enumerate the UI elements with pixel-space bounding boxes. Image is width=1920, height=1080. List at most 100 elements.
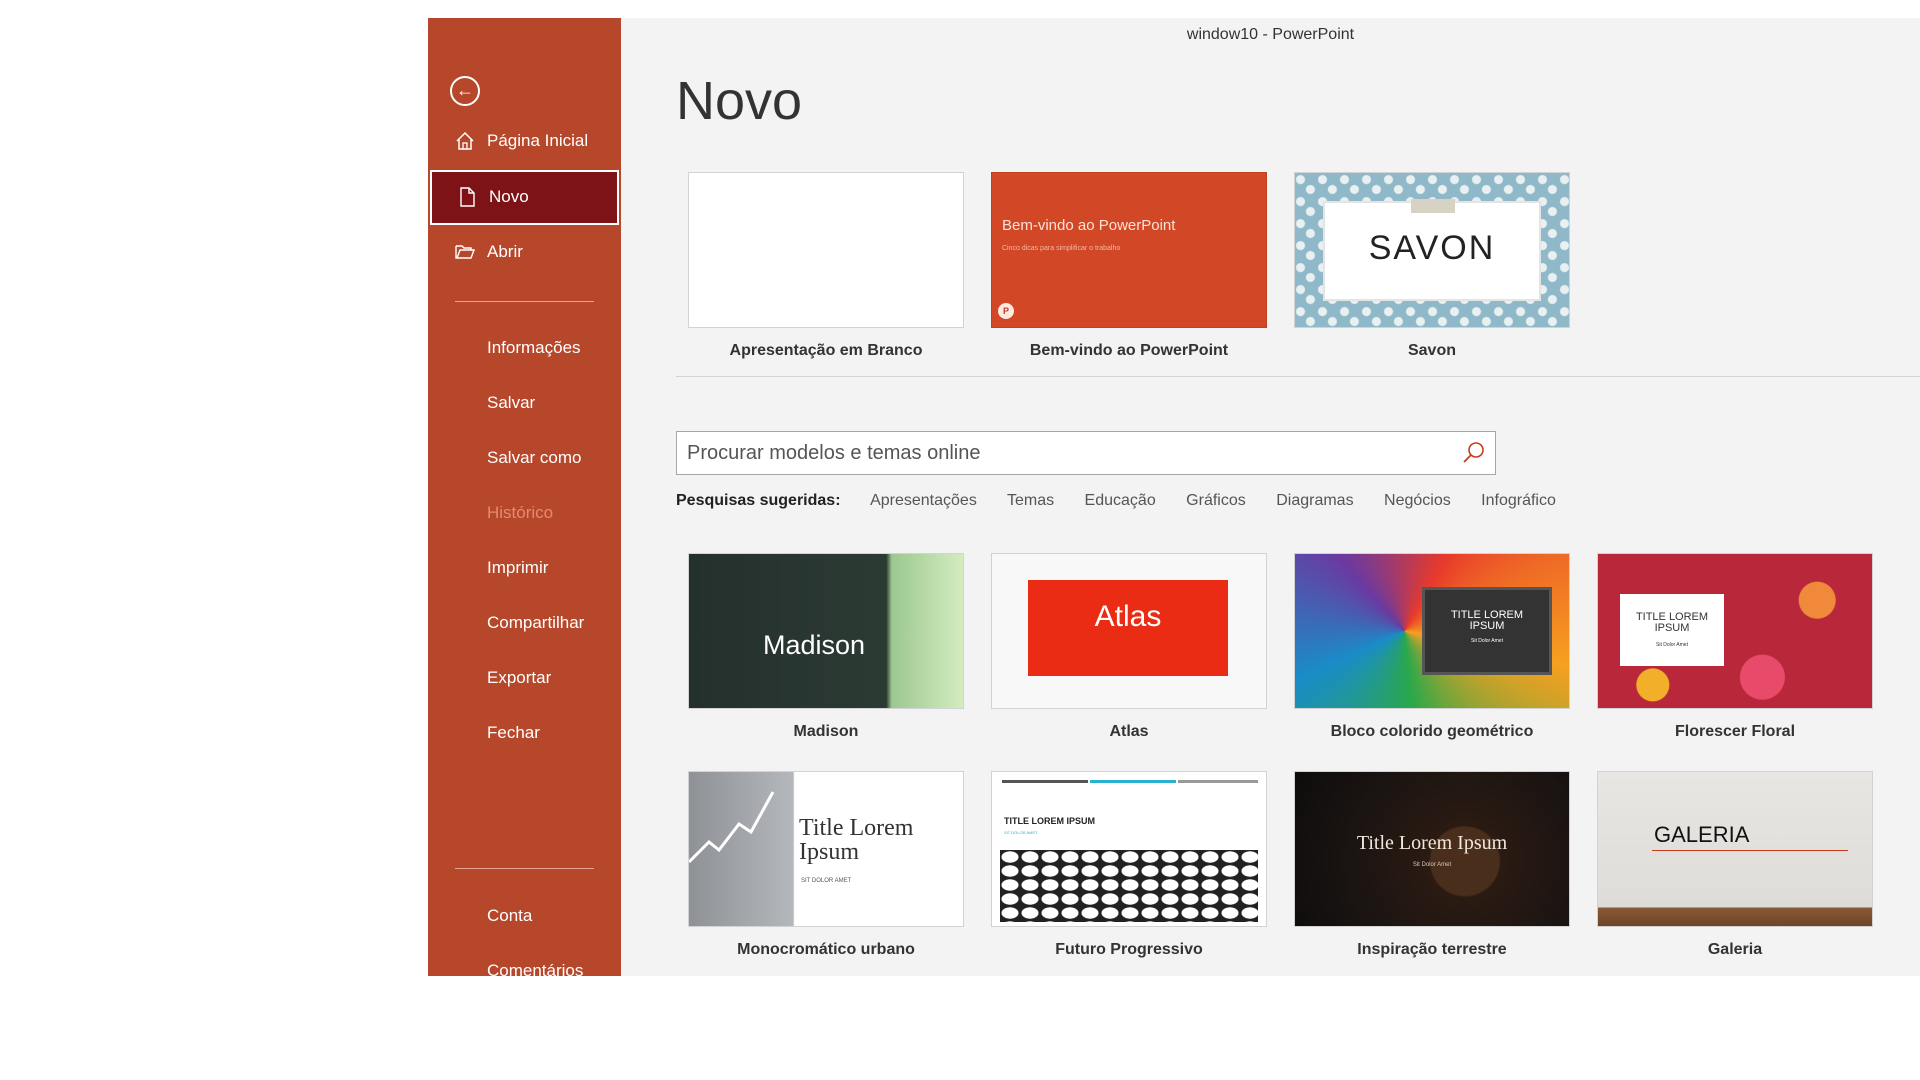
thumb-accent-bar [1090,780,1176,783]
powerpoint-backstage: ← Página Inicial Novo Abrir Informações … [428,18,1920,976]
template-label: Florescer Floral [1674,723,1796,740]
template-label: Futuro Progressivo [1055,941,1203,958]
thumb-accent-bar [1178,780,1258,783]
sidebar-item-label: Comentários [487,961,584,976]
sidebar-item-label: Fechar [487,723,540,742]
sidebar-item-print[interactable]: Imprimir [428,541,621,596]
template-blank[interactable]: Apresentação em Branco [688,172,964,360]
template-urban-monochrome[interactable]: Title Lorem Ipsum SIT DOLOR AMET Monocro… [688,771,964,959]
sidebar-item-info[interactable]: Informações [428,321,621,376]
sidebar-item-home[interactable]: Página Inicial [428,114,621,169]
thumb-accent-bar [1002,780,1088,783]
sidebar-item-export[interactable]: Exportar [428,651,621,706]
thumb-card: TITLE LOREM IPSUM Sit Dolor Amet [1620,594,1724,666]
thumb-tab [1411,199,1455,213]
template-progressive-future[interactable]: TITLE LOREM IPSUM SIT DOLOR AMET Futuro … [991,771,1267,959]
thumb-subtitle: Sit Dolor Amet [1412,862,1452,868]
window-title: window10 - PowerPoint [1186,26,1355,43]
new-document-icon [460,187,475,207]
template-label: Bem-vindo ao PowerPoint [1029,342,1229,359]
template-welcome[interactable]: Bem-vindo ao PowerPoint Cinco dicas para… [991,172,1267,360]
sidebar-item-label: Exportar [487,668,552,687]
suggested-link[interactable]: Educação [1085,492,1156,509]
thumb-subtitle: Cinco dicas para simplificar o trabalho [1002,245,1121,252]
search-icon[interactable] [1461,440,1487,466]
template-atlas[interactable]: Atlas Atlas [991,553,1267,741]
thumb-image [1000,850,1258,922]
thumb-title: Title Lorem Ipsum [1356,832,1508,854]
sidebar-item-label: Imprimir [487,558,549,577]
suggested-link[interactable]: Apresentações [870,492,977,509]
template-thumbnail: Title Lorem Ipsum Sit Dolor Amet [1294,771,1570,927]
section-divider [676,376,1920,377]
sidebar-item-account[interactable]: Conta [428,889,621,944]
thumb-title: Atlas [1094,600,1162,633]
sidebar-item-new[interactable]: Novo [430,170,619,225]
template-floral[interactable]: TITLE LOREM IPSUM Sit Dolor Amet Floresc… [1597,553,1873,741]
thumb-subtitle: SIT DOLOR AMET [1004,830,1038,835]
sidebar-item-label: Página Inicial [487,131,589,150]
suggested-link[interactable]: Diagramas [1276,492,1353,509]
suggested-link[interactable]: Temas [1007,492,1054,509]
sidebar-divider [455,868,594,869]
template-thumbnail: TITLE LOREM IPSUM SIT DOLOR AMET [991,771,1267,927]
sidebar-divider [455,301,594,302]
sidebar-item-open[interactable]: Abrir [428,225,621,280]
suggested-searches: Pesquisas sugeridas: Apresentações Temas… [676,492,1582,514]
thumb-title: Title Lorem Ipsum [799,815,914,865]
suggested-link[interactable]: Infográfico [1481,492,1556,509]
thumb-title: TITLE LOREM IPSUM Sit Dolor Amet [1450,609,1524,645]
template-madison[interactable]: Madison Madison [688,553,964,741]
search-input[interactable] [677,432,1467,474]
sidebar-item-label: Informações [487,338,581,357]
thumb-title: Bem-vindo ao PowerPoint [1002,217,1176,234]
sidebar-item-close[interactable]: Fechar [428,706,621,761]
page-title: Novo [676,71,803,131]
backstage-sidebar: ← Página Inicial Novo Abrir Informações … [428,18,621,976]
template-label: Inspiração terrestre [1357,941,1507,958]
thumb-title: TITLE LOREM IPSUM Sit Dolor Amet [1635,611,1709,649]
template-thumbnail: TITLE LOREM IPSUM Sit Dolor Amet [1294,553,1570,709]
template-thumbnail [688,172,964,328]
template-thumbnail: Madison [688,553,964,709]
template-geometric-block[interactable]: TITLE LOREM IPSUM Sit Dolor Amet Bloco c… [1294,553,1570,741]
template-label: Madison [793,723,859,740]
template-thumbnail: Atlas [991,553,1267,709]
sidebar-item-label: Compartilhar [487,613,585,632]
sidebar-item-feedback[interactable]: Comentários [428,944,621,976]
thumb-title: GALERIA [1654,822,1750,847]
template-label: Atlas [1109,723,1149,740]
sidebar-item-save[interactable]: Salvar [428,376,621,431]
template-thumbnail: TITLE LOREM IPSUM Sit Dolor Amet [1597,553,1873,709]
template-label: Bloco colorido geométrico [1330,723,1534,740]
home-icon [456,131,474,150]
template-label: Apresentação em Branco [729,342,923,359]
sidebar-item-label: Conta [487,906,533,925]
sidebar-item-history: Histórico [428,486,621,541]
powerpoint-logo-icon: P [998,303,1014,319]
sidebar-item-label: Salvar como [487,448,582,467]
sidebar-item-label: Novo [489,187,529,206]
back-arrow-icon[interactable]: ← [450,76,480,106]
template-thumbnail: Title Lorem Ipsum SIT DOLOR AMET [688,771,964,927]
thumb-title: SAVON [1368,229,1496,267]
template-label: Monocromático urbano [737,941,915,958]
sidebar-item-save-as[interactable]: Salvar como [428,431,621,486]
template-earth-inspiration[interactable]: Title Lorem Ipsum Sit Dolor Amet Inspira… [1294,771,1570,959]
sidebar-item-label: Histórico [487,503,554,522]
template-search-box [676,431,1496,475]
suggested-link[interactable]: Gráficos [1186,492,1246,509]
thumb-underline [1652,850,1848,851]
suggested-link[interactable]: Negócios [1384,492,1451,509]
template-gallery[interactable]: GALERIA Galeria [1597,771,1873,959]
template-savon[interactable]: SAVON Savon [1294,172,1570,360]
template-thumbnail: SAVON [1294,172,1570,328]
sidebar-item-share[interactable]: Compartilhar [428,596,621,651]
template-thumbnail: Bem-vindo ao PowerPoint Cinco dicas para… [991,172,1267,328]
sidebar-item-label: Salvar [487,393,536,412]
template-label: Galeria [1707,941,1763,958]
thumb-subtitle: SIT DOLOR AMET [801,878,852,884]
thumb-title: TITLE LOREM IPSUM [1004,816,1095,826]
template-label: Savon [1407,342,1456,359]
thumb-title: Madison [763,630,866,660]
